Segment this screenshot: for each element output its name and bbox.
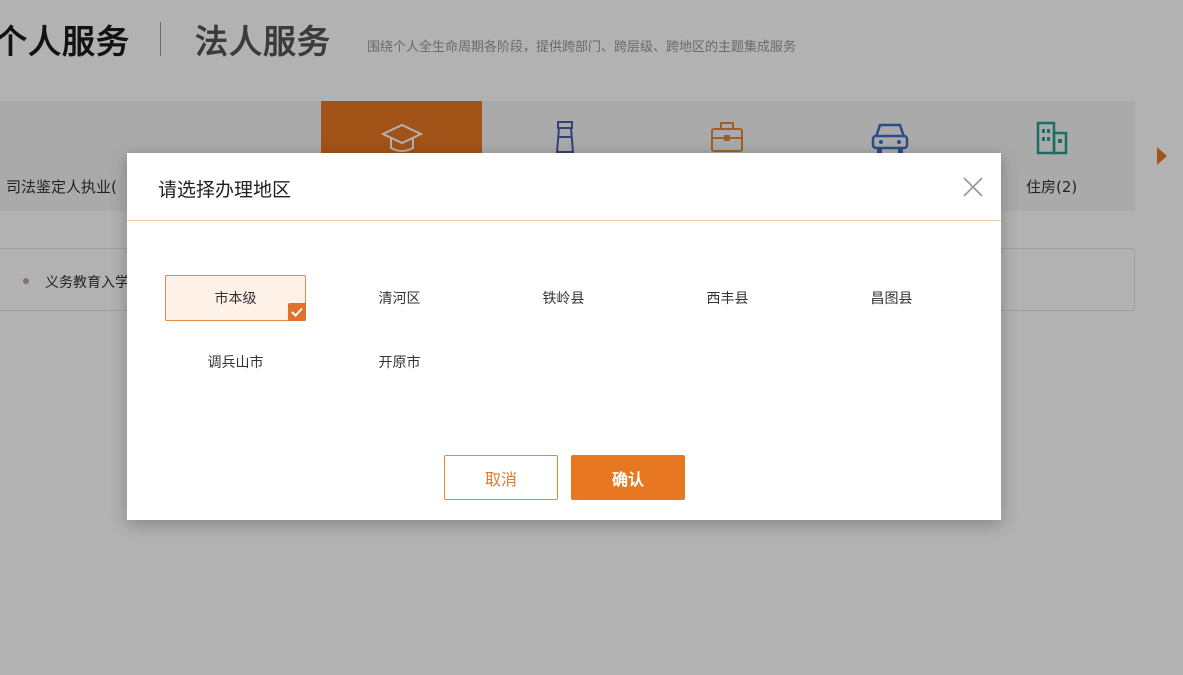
cancel-button[interactable]: 取消 [444, 455, 558, 500]
region-option-qinghe[interactable]: 清河区 [329, 275, 470, 321]
modal-title: 请选择办理地区 [158, 179, 292, 201]
confirm-button[interactable]: 确认 [571, 455, 685, 500]
check-icon [288, 303, 306, 321]
region-option-tieling[interactable]: 铁岭县 [493, 275, 634, 321]
region-label: 西丰县 [706, 291, 749, 307]
region-option-xifeng[interactable]: 西丰县 [657, 275, 798, 321]
region-label: 铁岭县 [542, 291, 585, 307]
region-option-changtu[interactable]: 昌图县 [821, 275, 962, 321]
region-label: 开原市 [378, 355, 421, 371]
region-select-modal: 请选择办理地区 市本级 清河区 铁岭县 西丰县 昌图县 调兵山市 开原市 取消 … [127, 153, 1001, 520]
region-option-city-level[interactable]: 市本级 [165, 275, 306, 321]
region-option-kaiyuan[interactable]: 开原市 [329, 339, 470, 385]
region-grid: 市本级 清河区 铁岭县 西丰县 昌图县 调兵山市 开原市 [165, 275, 985, 415]
region-option-diaobingshan[interactable]: 调兵山市 [165, 339, 306, 385]
region-label: 调兵山市 [207, 355, 264, 371]
close-icon[interactable] [961, 175, 985, 199]
modal-header: 请选择办理地区 [127, 153, 1001, 221]
region-label: 昌图县 [870, 291, 913, 307]
region-label: 清河区 [378, 291, 421, 307]
region-label: 市本级 [214, 291, 257, 307]
